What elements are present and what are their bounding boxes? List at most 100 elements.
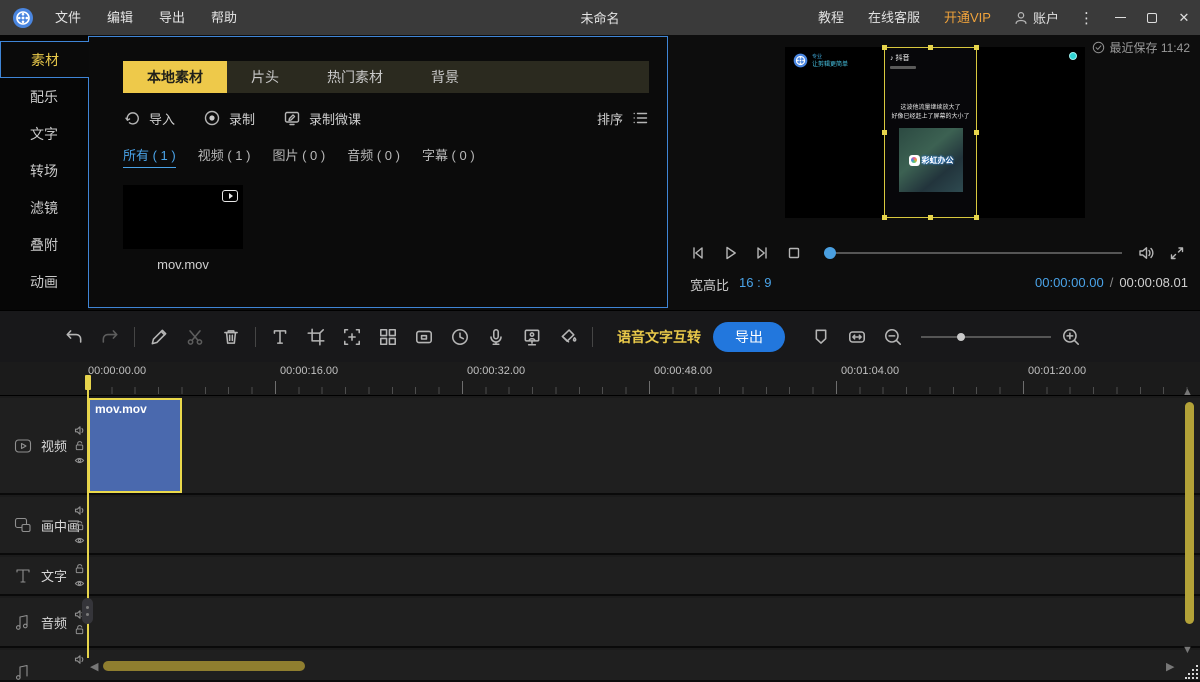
split-button[interactable] bbox=[181, 323, 209, 351]
volume-button[interactable] bbox=[1136, 243, 1156, 263]
zoom-in-button[interactable] bbox=[1057, 323, 1085, 351]
lock-icon[interactable] bbox=[74, 520, 85, 531]
online-support-link[interactable]: 在线客服 bbox=[856, 0, 932, 35]
mute-icon[interactable] bbox=[74, 505, 85, 516]
record-lesson-button[interactable]: 录制微课 bbox=[283, 109, 361, 128]
hscroll-right-arrow[interactable]: ▶ bbox=[1166, 660, 1174, 673]
text-tool-button[interactable] bbox=[266, 323, 294, 351]
resize-handle[interactable] bbox=[974, 215, 979, 220]
eye-icon[interactable] bbox=[74, 455, 85, 466]
timeline-splitter-handle[interactable] bbox=[82, 598, 93, 624]
eye-icon[interactable] bbox=[74, 535, 85, 546]
timeline-ruler[interactable]: 00:00:00.00 00:00:16.00 00:00:32.00 00:0… bbox=[0, 362, 1200, 396]
track-extra-header[interactable] bbox=[0, 650, 88, 680]
resize-handle[interactable] bbox=[974, 45, 979, 50]
vscroll-down-arrow[interactable]: ▼ bbox=[1182, 644, 1193, 656]
playhead-handle[interactable] bbox=[85, 375, 91, 390]
seek-thumb[interactable] bbox=[824, 247, 836, 259]
track-text-header[interactable]: 文字 bbox=[0, 557, 88, 594]
media-thumbnail[interactable] bbox=[123, 185, 243, 249]
tab-hot-media[interactable]: 热门素材 bbox=[303, 61, 407, 93]
hscroll-thumb[interactable] bbox=[103, 661, 305, 671]
filter-audio[interactable]: 音频 ( 0 ) bbox=[347, 145, 400, 168]
mosaic-button[interactable] bbox=[374, 323, 402, 351]
vscroll-thumb[interactable] bbox=[1185, 402, 1194, 624]
resize-handle[interactable] bbox=[928, 45, 933, 50]
track-video-header[interactable]: 视频 bbox=[0, 398, 88, 493]
scale-button[interactable] bbox=[338, 323, 366, 351]
zoom-slider-thumb[interactable] bbox=[957, 333, 965, 341]
selected-video-clip[interactable]: ♪ 抖音 这波他流量继续放大了 好像已经赶上了屏幕的大小了 彩虹办公 bbox=[884, 47, 977, 218]
aspect-ratio-value[interactable]: 16 : 9 bbox=[739, 275, 772, 294]
sort-button[interactable]: 排序 bbox=[597, 109, 649, 128]
next-frame-button[interactable] bbox=[752, 243, 772, 263]
vscroll-up-arrow[interactable]: ▲ bbox=[1182, 386, 1193, 398]
account-button[interactable]: 账户 bbox=[1003, 8, 1069, 27]
mute-icon[interactable] bbox=[74, 425, 85, 436]
filter-all[interactable]: 所有 ( 1 ) bbox=[123, 145, 176, 168]
seek-slider[interactable] bbox=[824, 243, 1122, 263]
zoom-out-button[interactable] bbox=[879, 323, 907, 351]
speech-text-convert-button[interactable]: 语音文字互转 bbox=[617, 327, 701, 347]
rotate-handle[interactable] bbox=[1069, 52, 1077, 60]
edit-button[interactable] bbox=[145, 323, 173, 351]
fit-timeline-button[interactable] bbox=[843, 323, 871, 351]
redo-button[interactable] bbox=[96, 323, 124, 351]
minimize-button[interactable] bbox=[1104, 0, 1136, 35]
lock-icon[interactable] bbox=[74, 563, 85, 574]
tab-background[interactable]: 背景 bbox=[407, 61, 483, 93]
window-resize-grip[interactable] bbox=[1185, 665, 1187, 667]
sidebar-item-filter[interactable]: 滤镜 bbox=[0, 189, 88, 226]
timeline-zoom-slider[interactable] bbox=[921, 327, 1051, 347]
play-button[interactable] bbox=[720, 243, 740, 263]
timeline-clip[interactable]: mov.mov bbox=[88, 398, 182, 493]
filter-subtitle[interactable]: 字幕 ( 0 ) bbox=[422, 145, 475, 168]
filter-video[interactable]: 视频 ( 1 ) bbox=[198, 145, 251, 168]
tab-intro[interactable]: 片头 bbox=[227, 61, 303, 93]
sidebar-item-music[interactable]: 配乐 bbox=[0, 78, 88, 115]
media-item[interactable]: mov.mov bbox=[123, 185, 243, 272]
track-pip-header[interactable]: 画中画 bbox=[0, 497, 88, 553]
resize-handle[interactable] bbox=[882, 130, 887, 135]
menu-file[interactable]: 文件 bbox=[42, 0, 94, 35]
zoom-slider-track[interactable] bbox=[921, 336, 1051, 338]
pip-button[interactable] bbox=[410, 323, 438, 351]
sidebar-item-overlay[interactable]: 叠附 bbox=[0, 226, 88, 263]
tab-local-media[interactable]: 本地素材 bbox=[123, 61, 227, 93]
eye-icon[interactable] bbox=[74, 578, 85, 589]
more-menu-icon[interactable]: ⋮ bbox=[1069, 9, 1104, 27]
resize-handle[interactable] bbox=[882, 45, 887, 50]
menu-help[interactable]: 帮助 bbox=[198, 0, 250, 35]
preview-canvas[interactable]: 专业 让剪辑更简单 ♪ 抖音 这波他流量继续放大了 好像已经赶上了屏幕 bbox=[785, 47, 1085, 218]
sidebar-item-animation[interactable]: 动画 bbox=[0, 263, 88, 300]
marker-button[interactable] bbox=[807, 323, 835, 351]
mute-icon[interactable] bbox=[74, 654, 85, 665]
resize-handle[interactable] bbox=[882, 215, 887, 220]
delete-button[interactable] bbox=[217, 323, 245, 351]
crop-button[interactable] bbox=[302, 323, 330, 351]
sidebar-item-transition[interactable]: 转场 bbox=[0, 152, 88, 189]
menu-edit[interactable]: 编辑 bbox=[94, 0, 146, 35]
presenter-button[interactable] bbox=[518, 323, 546, 351]
duration-button[interactable] bbox=[446, 323, 474, 351]
previous-frame-button[interactable] bbox=[688, 243, 708, 263]
close-button[interactable]: ✕ bbox=[1168, 0, 1200, 35]
filter-image[interactable]: 图片 ( 0 ) bbox=[272, 145, 325, 168]
sidebar-item-media[interactable]: 素材 bbox=[0, 41, 89, 78]
fullscreen-button[interactable] bbox=[1168, 244, 1186, 262]
maximize-button[interactable] bbox=[1136, 0, 1168, 35]
menu-export[interactable]: 导出 bbox=[146, 0, 198, 35]
export-button[interactable]: 导出 bbox=[713, 322, 785, 352]
voiceover-button[interactable] bbox=[482, 323, 510, 351]
fill-color-button[interactable] bbox=[554, 323, 582, 351]
resize-handle[interactable] bbox=[928, 215, 933, 220]
lock-icon[interactable] bbox=[74, 440, 85, 451]
hscroll-left-arrow[interactable]: ◀ bbox=[90, 660, 98, 673]
undo-button[interactable] bbox=[60, 323, 88, 351]
vip-link[interactable]: 开通VIP bbox=[932, 0, 1003, 35]
lock-icon[interactable] bbox=[74, 624, 85, 635]
resize-handle[interactable] bbox=[974, 130, 979, 135]
record-button[interactable]: 录制 bbox=[203, 109, 255, 128]
import-button[interactable]: 导入 bbox=[123, 109, 175, 128]
sidebar-item-text[interactable]: 文字 bbox=[0, 115, 88, 152]
